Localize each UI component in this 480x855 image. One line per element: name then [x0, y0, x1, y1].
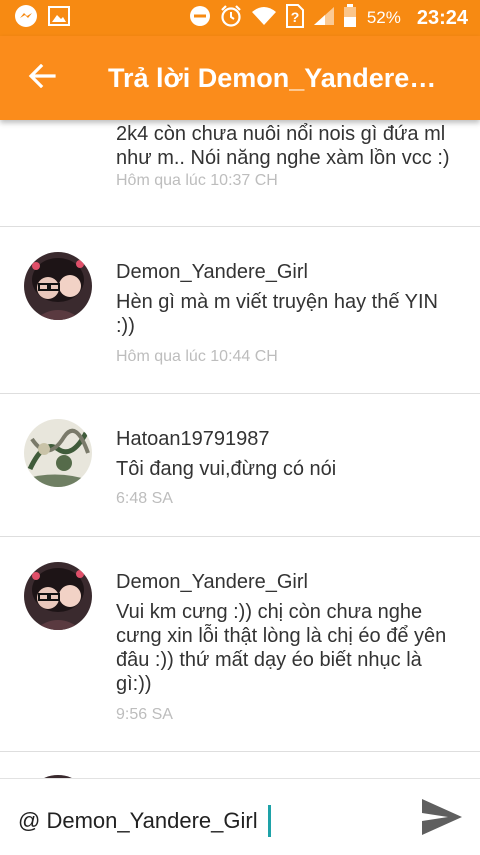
comment-item[interactable]: Demon_Yandere_Girl Hèn gì mà m viết truy… [0, 226, 480, 394]
svg-text:?: ? [291, 9, 300, 25]
comment-time: Hôm qua lúc 10:37 CH [116, 172, 278, 189]
arrow-left-icon [28, 63, 56, 93]
avatar[interactable] [24, 419, 92, 487]
wifi-icon [251, 6, 277, 31]
app-bar: Trả lời Demon_Yandere… [0, 36, 480, 120]
clock: 23:24 [416, 6, 468, 29]
comment-item[interactable] [0, 751, 480, 778]
comment-message: Tôi đang vui,đừng có nói [116, 458, 337, 480]
no-sim-icon: ? [285, 3, 305, 33]
page-title: Trả lời Demon_Yandere… [108, 62, 437, 93]
comment-list[interactable]: 2k4 còn chưa nuôi nổi nois gì đứa ml như… [0, 120, 480, 778]
comment-message: 2k4 còn chưa nuôi nổi nois gì đứa ml như… [116, 123, 450, 169]
do-not-disturb-icon [189, 5, 211, 32]
back-button[interactable] [12, 36, 72, 120]
text-cursor [267, 805, 271, 837]
battery-percent: 52% [366, 8, 401, 27]
battery-icon [343, 3, 357, 33]
send-icon [418, 799, 466, 845]
comment-username[interactable]: Hatoan19791987 [116, 428, 269, 451]
messenger-icon [14, 4, 38, 33]
reply-input[interactable]: @ Demon_Yandere_Girl [18, 805, 271, 837]
comment-message: Hèn gì mà m viết truyện hay thế YIN :)) [116, 291, 439, 337]
reply-input-value: @ Demon_Yandere_Girl [18, 808, 258, 833]
comment-time: Hôm qua lúc 10:44 CH [116, 348, 278, 365]
send-button[interactable] [418, 793, 466, 841]
comment-username[interactable]: Demon_Yandere_Girl [116, 571, 308, 594]
image-icon [48, 5, 70, 31]
status-bar: ? 52% 23:24 [0, 0, 480, 36]
comment-time: 6:48 SA [116, 490, 173, 507]
signal-icon [313, 6, 335, 31]
alarm-icon [219, 4, 243, 33]
avatar[interactable] [24, 252, 92, 320]
comment-message: Vui km cưng :)) chị còn chưa nghe cưng x… [116, 601, 447, 695]
comment-time: 9:56 SA [116, 706, 173, 723]
avatar[interactable] [24, 562, 92, 630]
comment-item[interactable]: Demon_Yandere_Girl Vui km cưng :)) chị c… [0, 536, 480, 752]
reply-bar: @ Demon_Yandere_Girl [0, 778, 480, 855]
comment-username[interactable]: Demon_Yandere_Girl [116, 261, 308, 284]
comment-item[interactable]: 2k4 còn chưa nuôi nổi nois gì đứa ml như… [0, 120, 480, 227]
comment-item[interactable]: Hatoan19791987 Tôi đang vui,đừng có nói … [0, 393, 480, 537]
